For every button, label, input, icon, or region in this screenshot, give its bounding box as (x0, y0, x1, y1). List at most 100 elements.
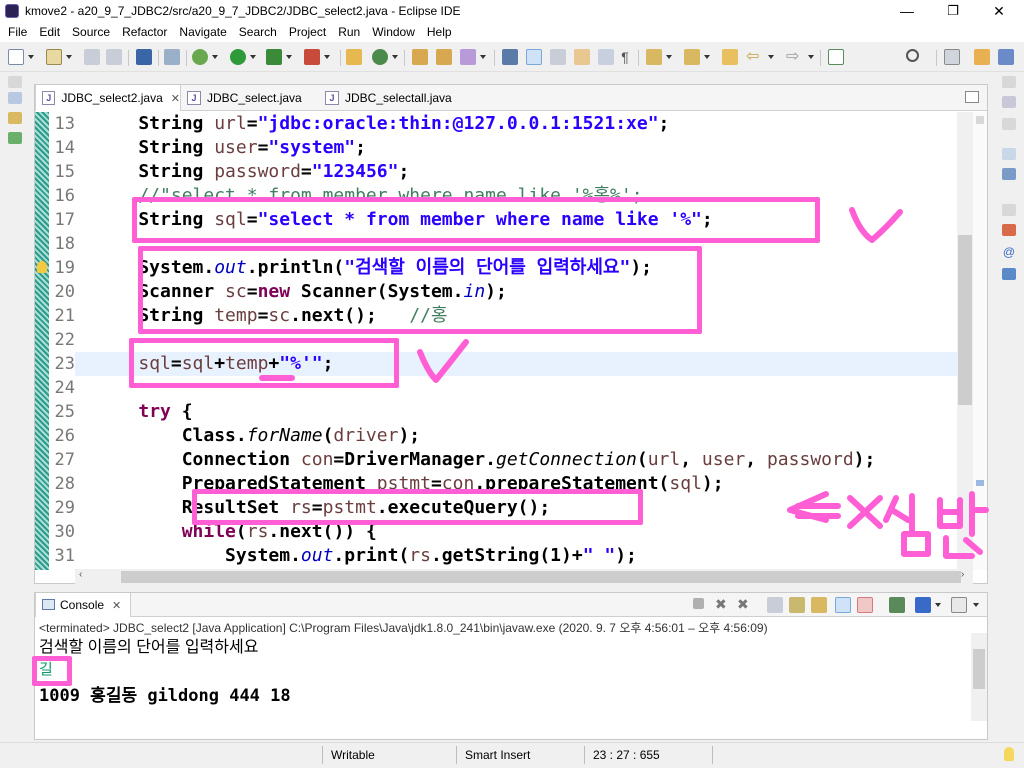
console-tab-close-icon[interactable]: ✕ (112, 599, 121, 612)
tab-jdbc-select[interactable]: J JDBC_select.java (181, 85, 319, 111)
search-icon[interactable] (906, 49, 919, 62)
minimize-button[interactable]: — (884, 0, 930, 22)
run-dropdown-icon[interactable] (250, 55, 256, 59)
word-wrap-console-icon[interactable] (811, 597, 827, 613)
new-java-class-icon[interactable] (372, 49, 388, 65)
word-wrap-icon[interactable] (574, 49, 590, 65)
tab-close-icon[interactable]: ✕ (171, 92, 180, 105)
code-line[interactable]: String password="123456"; (95, 160, 409, 184)
tab-jdbc-select2[interactable]: J JDBC_select2.java ✕ (35, 85, 181, 111)
console-scroll-thumb[interactable] (973, 649, 985, 689)
forward-dropdown-icon[interactable] (808, 55, 814, 59)
block-selection-icon[interactable] (550, 49, 566, 65)
next-annotation-icon[interactable] (646, 49, 662, 65)
display-console-dropdown-icon[interactable] (935, 603, 941, 607)
code-line[interactable]: String user="system"; (95, 136, 366, 160)
search-tool-dropdown-icon[interactable] (480, 55, 486, 59)
new-icon[interactable] (8, 49, 24, 65)
scroll-right-icon[interactable]: › (961, 569, 964, 580)
restore-icon[interactable] (8, 76, 22, 88)
restore-bottom-icon[interactable] (1002, 204, 1016, 216)
coverage-icon[interactable] (266, 49, 282, 65)
back-dropdown-icon[interactable] (768, 55, 774, 59)
scroll-lock-icon[interactable] (789, 597, 805, 613)
restore-right-icon[interactable] (1002, 76, 1016, 88)
hierarchy-icon[interactable] (1002, 168, 1016, 180)
code-line[interactable]: Connection con=DriverManager.getConnecti… (95, 448, 876, 472)
menu-source[interactable]: Source (66, 25, 116, 39)
next-annotation-dropdown-icon[interactable] (666, 55, 672, 59)
back-icon[interactable]: ⇦ (746, 49, 762, 65)
debug-dropdown-icon[interactable] (212, 55, 218, 59)
code-line[interactable]: System.out.print(rs.getString(1)+" "); (95, 544, 637, 568)
menu-refactor[interactable]: Refactor (116, 25, 173, 39)
skip-breakpoints-icon[interactable] (164, 49, 180, 65)
menu-file[interactable]: File (2, 25, 33, 39)
clear-console-icon[interactable] (767, 597, 783, 613)
menu-project[interactable]: Project (283, 25, 332, 39)
save-icon[interactable] (84, 49, 100, 65)
warning-marker-icon[interactable] (37, 261, 47, 273)
pin-console-icon[interactable] (889, 597, 905, 613)
remove-all-terminated-icon[interactable]: ✖ (737, 597, 753, 613)
new-java-package-icon[interactable] (346, 49, 362, 65)
menu-edit[interactable]: Edit (33, 25, 66, 39)
debug-perspective-icon[interactable] (998, 49, 1014, 65)
external-tools-icon[interactable] (304, 49, 320, 65)
open-console-icon[interactable] (951, 597, 967, 613)
vertical-scroll-thumb[interactable] (958, 235, 972, 405)
show-on-stdout-icon[interactable] (835, 597, 851, 613)
maximize-button[interactable]: ❐ (930, 0, 976, 22)
scroll-left-icon[interactable]: ‹ (79, 569, 82, 580)
javadoc-icon[interactable]: @ (1002, 246, 1016, 258)
code-line[interactable]: Class.forName(driver); (95, 424, 420, 448)
restore-outline-icon[interactable] (1002, 118, 1016, 130)
pin-editor-icon[interactable] (828, 49, 844, 65)
show-on-stderr-icon[interactable] (857, 597, 873, 613)
tab-jdbc-selectall[interactable]: J JDBC_selectall.java (319, 85, 469, 111)
new-project-icon[interactable] (46, 49, 62, 65)
type-hierarchy-icon[interactable] (8, 112, 22, 124)
new-java-class-dropdown-icon[interactable] (392, 55, 398, 59)
menu-run[interactable]: Run (332, 25, 366, 39)
horizontal-scroll-thumb[interactable] (121, 571, 961, 583)
terminal-icon[interactable] (136, 49, 152, 65)
declaration-icon[interactable] (1002, 268, 1016, 280)
open-type-icon[interactable] (412, 49, 428, 65)
toggle-mark-occurrences-icon[interactable] (502, 49, 518, 65)
last-edit-location-icon[interactable] (722, 49, 738, 65)
menu-help[interactable]: Help (421, 25, 458, 39)
outline-icon[interactable] (1002, 148, 1016, 160)
new-dropdown-icon[interactable] (28, 55, 34, 59)
close-button[interactable]: ✕ (976, 0, 1022, 22)
toggle-highlight-icon[interactable] (526, 49, 542, 65)
previous-annotation-icon[interactable] (684, 49, 700, 65)
terminate-icon[interactable] (693, 598, 704, 609)
external-tools-dropdown-icon[interactable] (324, 55, 330, 59)
menu-window[interactable]: Window (366, 25, 421, 39)
search-tool-icon[interactable] (460, 49, 476, 65)
problems-icon[interactable] (1002, 224, 1016, 236)
new-project-dropdown-icon[interactable] (66, 55, 72, 59)
open-perspective-icon[interactable] (944, 49, 960, 65)
tip-bulb-icon[interactable] (1004, 747, 1014, 761)
save-all-icon[interactable] (106, 49, 122, 65)
forward-icon[interactable]: ⇨ (786, 49, 802, 65)
code-line[interactable]: String url="jdbc:oracle:thin:@127.0.0.1:… (95, 112, 669, 136)
debug-icon[interactable] (192, 49, 208, 65)
java-perspective-icon[interactable] (974, 49, 990, 65)
tab-console[interactable]: Console ✕ (35, 593, 131, 617)
display-console-icon[interactable] (915, 597, 931, 613)
project-explorer-icon[interactable] (8, 132, 22, 144)
remove-launch-icon[interactable]: ✖ (715, 597, 731, 613)
minimize-editor-icon[interactable] (965, 91, 979, 103)
menu-search[interactable]: Search (233, 25, 283, 39)
pilcrow-icon[interactable]: ¶ (620, 49, 630, 65)
open-console-dropdown-icon[interactable] (973, 603, 979, 607)
open-task-icon[interactable] (436, 49, 452, 65)
coverage-dropdown-icon[interactable] (286, 55, 292, 59)
code-line[interactable]: try { (95, 400, 192, 424)
show-whitespace-icon[interactable] (598, 49, 614, 65)
console-scrollbar[interactable] (971, 633, 987, 721)
package-explorer-icon[interactable] (8, 92, 22, 104)
